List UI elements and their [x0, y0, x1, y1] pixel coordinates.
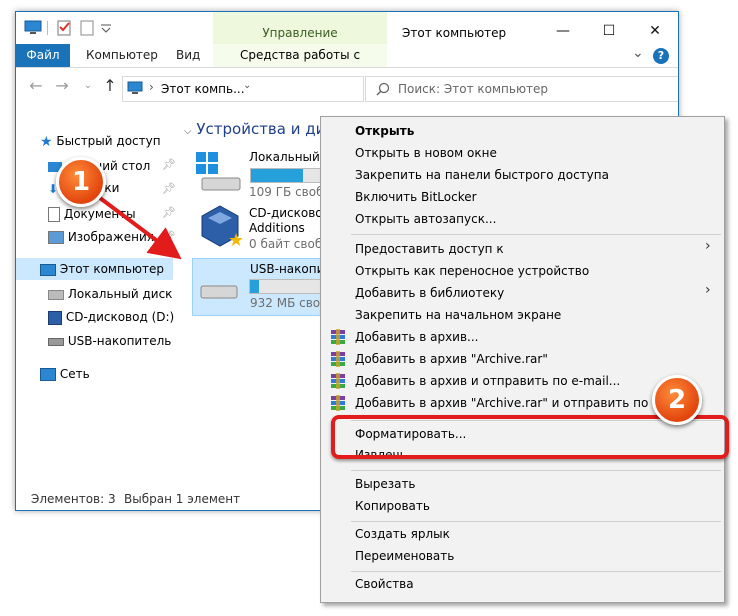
step-badge-1: 1: [56, 157, 106, 207]
annotation-arrow: [98, 196, 182, 260]
step-badge-2: 2: [652, 375, 702, 425]
